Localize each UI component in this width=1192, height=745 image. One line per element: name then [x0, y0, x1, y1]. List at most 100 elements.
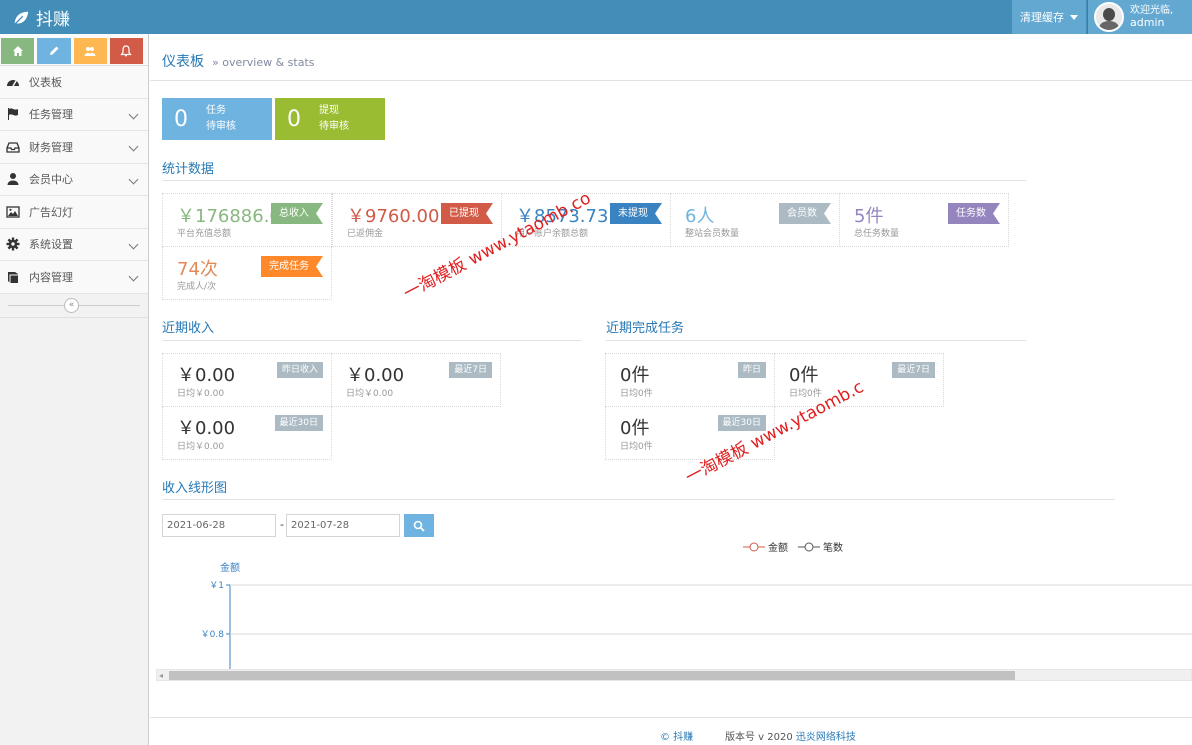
sidebar-item-content[interactable]: 内容管理: [0, 261, 148, 294]
user-icon: [7, 173, 19, 186]
stat-label: 整站会员数量: [685, 229, 740, 239]
income-section-title: 近期收入: [162, 321, 215, 336]
income-label: 日均￥0.00: [346, 389, 394, 399]
flag-icon: [8, 108, 18, 121]
main-content: 仪表板 » overview & stats 0 任务 待审核 0 提现 待审核…: [150, 34, 1192, 745]
tasks-section-title: 近期完成任务: [606, 321, 685, 336]
tasks-value: 0件: [620, 365, 650, 386]
infobox-line2: 待审核: [319, 121, 349, 132]
caret-down-icon: [1070, 14, 1078, 20]
income-30days: ￥0.00 日均￥0.00 最近30日: [162, 406, 332, 460]
stat-tag: 已提现: [441, 203, 493, 224]
date-to-input[interactable]: [286, 514, 400, 537]
inbox-icon: [6, 142, 20, 153]
sidebar-item-label: 会员中心: [29, 173, 73, 187]
date-from-input[interactable]: [162, 514, 276, 537]
search-icon: [413, 520, 425, 532]
footer-company[interactable]: 迅炎网络科技: [796, 732, 856, 743]
infobox-line1: 提现: [319, 105, 339, 116]
user-menu[interactable]: 欢迎光临, admin: [1087, 0, 1192, 34]
stat-label: 已返佣金: [347, 229, 384, 239]
search-button[interactable]: [404, 514, 434, 537]
page-title: 仪表板: [162, 54, 204, 70]
gear-icon: [6, 237, 20, 251]
infobox-pending-tasks[interactable]: 0 任务 待审核: [162, 98, 272, 140]
infobox-count: 0: [287, 106, 301, 132]
chart-horizontal-scrollbar[interactable]: ◂: [156, 669, 1192, 681]
tasks-tag: 最近7日: [892, 362, 935, 378]
sidebar-item-label: 仪表板: [29, 75, 62, 89]
sidebar-item-ads[interactable]: 广告幻灯: [0, 196, 148, 229]
infobox-pending-withdraw[interactable]: 0 提现 待审核: [275, 98, 385, 140]
shortcut-home-button[interactable]: [1, 38, 35, 64]
sidebar-item-label: 财务管理: [29, 140, 73, 154]
scrollbar-thumb[interactable]: [169, 671, 1015, 680]
brand-name: 抖赚: [36, 10, 70, 30]
infobox-line2: 待审核: [206, 121, 236, 132]
income-label: 日均￥0.00: [177, 442, 225, 452]
sidebar-item-label: 系统设置: [29, 238, 73, 252]
legend-item-count[interactable]: 笔数: [798, 539, 843, 554]
sidebar-item-settings[interactable]: 系统设置: [0, 228, 148, 261]
chevron-down-icon: [128, 109, 139, 119]
footer: © 抖赚 版本号 v 2020 迅炎网络科技: [150, 717, 1192, 745]
income-value: ￥0.00: [177, 418, 236, 439]
chevron-down-icon: [128, 271, 139, 282]
stat-tag: 总收入: [271, 203, 323, 224]
shortcut-notify-button[interactable]: [109, 38, 143, 64]
page-subtitle: » overview & stats: [212, 56, 315, 69]
income-value: ￥0.00: [177, 365, 236, 386]
stat-label: 完成人/次: [177, 282, 217, 292]
sidebar-item-finance[interactable]: 财务管理: [0, 131, 148, 164]
footer-copyright[interactable]: © 抖赚: [660, 732, 693, 743]
legend-label: 金额: [768, 543, 788, 554]
stat-value: 5件: [854, 206, 884, 227]
section-divider: [162, 340, 582, 341]
stat-tag: 会员数: [779, 203, 831, 224]
date-separator: -: [280, 518, 284, 531]
shortcut-edit-button[interactable]: [37, 38, 71, 64]
income-tag: 最近30日: [274, 415, 323, 431]
income-line-chart: 金额 ￥1 ￥0.8: [201, 561, 1192, 669]
stat-tag: 完成任务: [261, 256, 323, 277]
users-icon: [84, 47, 96, 56]
y-tick-label: ￥1: [209, 581, 224, 591]
section-divider: [162, 180, 1026, 181]
stat-value: 74次: [177, 259, 218, 280]
legend-line-icon: [798, 542, 820, 551]
legend-item-amount[interactable]: 金额: [743, 539, 788, 554]
clear-cache-button[interactable]: 清理缓存: [1012, 0, 1086, 34]
tasks-value: 0件: [789, 365, 819, 386]
collapse-sidebar-icon[interactable]: «: [64, 297, 79, 313]
sidebar-item-dashboard[interactable]: 仪表板: [0, 66, 148, 99]
sidebar-item-members[interactable]: 会员中心: [0, 163, 148, 196]
sidebar-item-tasks[interactable]: 任务管理: [0, 98, 148, 131]
picture-icon: [6, 206, 20, 218]
shortcut-users-button[interactable]: [73, 38, 107, 64]
tasks-yesterday: 0件 日均0件 昨日: [605, 353, 775, 407]
stat-tag: 未提现: [610, 203, 662, 224]
y-tick-label: ￥0.8: [201, 630, 225, 640]
chevron-down-icon: [128, 239, 139, 249]
sidebar-item-label: 广告幻灯: [29, 205, 73, 219]
chevron-down-icon: [128, 174, 139, 184]
clear-cache-label: 清理缓存: [1020, 11, 1064, 24]
stat-members: 6人 整站会员数量 会员数: [670, 193, 840, 247]
brand[interactable]: 抖赚: [12, 5, 70, 30]
income-tag: 昨日收入: [276, 362, 323, 378]
income-yesterday: ￥0.00 日均￥0.00 昨日收入: [162, 353, 332, 407]
stat-tag: 任务数: [948, 203, 1000, 224]
tasks-label: 日均0件: [620, 442, 653, 452]
stats-section-title: 统计数据: [162, 162, 215, 177]
chevron-down-icon: [128, 141, 139, 152]
infobox-count: 0: [174, 106, 188, 132]
tasks-label: 日均0件: [620, 389, 653, 399]
tasks-value: 0件: [620, 418, 650, 439]
scroll-left-icon[interactable]: ◂: [159, 671, 163, 680]
section-divider: [606, 340, 1026, 341]
stat-completed: 74次 完成人/次 完成任务: [162, 246, 332, 300]
legend-line-icon: [743, 542, 765, 551]
breadcrumb: 仪表板 » overview & stats: [162, 51, 315, 71]
legend-label: 笔数: [823, 543, 843, 554]
tasks-tag: 昨日: [737, 362, 766, 378]
